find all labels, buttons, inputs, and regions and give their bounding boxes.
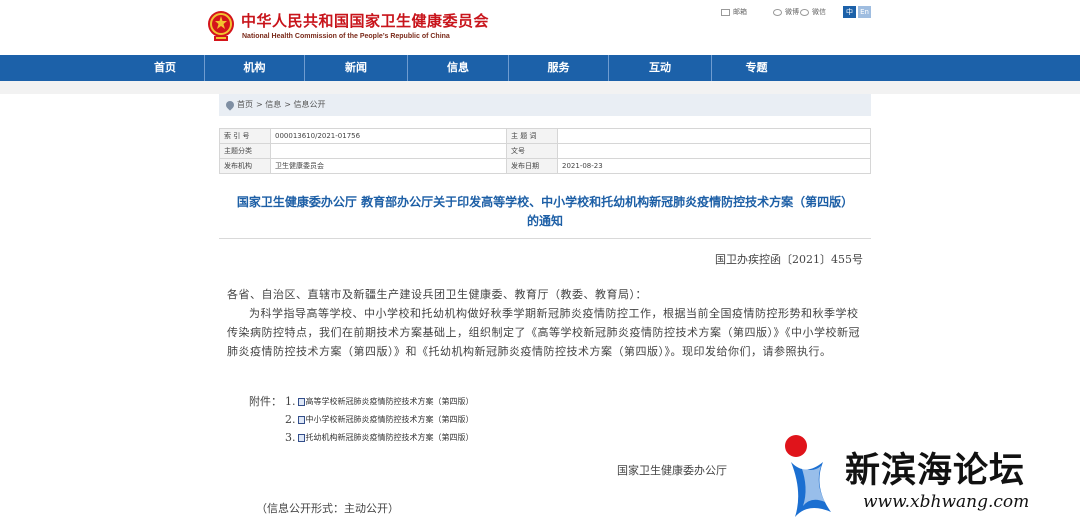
nav-organization[interactable]: 机构 (205, 55, 305, 81)
meta-key: 索 引 号 (219, 128, 271, 144)
breadcrumb-information[interactable]: > 信息 (256, 94, 281, 116)
document-signer: 国家卫生健康委办公厅 (617, 464, 727, 477)
attachments-label: 附件： (249, 395, 282, 408)
nav-news[interactable]: 新闻 (305, 55, 408, 81)
table-row: 发布机构 卫生健康委员会 发布日期 2021-08-23 (219, 158, 871, 174)
document-icon (297, 397, 305, 406)
breadcrumb: 首页 > 信息 > 信息公开 (219, 94, 871, 116)
title-divider (219, 238, 871, 239)
meta-value (270, 143, 507, 159)
main-nav: 首页 机构 新闻 信息 服务 互动 专题 (0, 55, 1080, 81)
site-header: 中华人民共和国国家卫生健康委员会 National Health Commiss… (0, 0, 1080, 55)
document-body: 各省、自治区、直辖市及新疆生产建设兵团卫生健康委、教育厅（教委、教育局）： 为科… (227, 285, 867, 361)
table-row: 主题分类 文号 (219, 143, 871, 159)
meta-key: 发布日期 (506, 158, 558, 174)
forum-name: 新滨海论坛 (845, 451, 1026, 491)
meta-value (557, 143, 871, 159)
forum-watermark: 新滨海论坛 www.xbhwang.com (783, 430, 1080, 532)
nav-services[interactable]: 服务 (509, 55, 609, 81)
nav-information[interactable]: 信息 (408, 55, 509, 81)
document-number: 国卫办疾控函〔2021〕455号 (715, 253, 863, 266)
breadcrumb-disclosure[interactable]: > 信息公开 (284, 94, 325, 116)
meta-value: 2021-08-23 (557, 158, 871, 174)
lang-english-button[interactable]: En (858, 6, 871, 18)
attachment-link-3[interactable]: 3. 托幼机构新冠肺炎疫情防控技术方案（第四版） (285, 431, 474, 444)
salutation: 各省、自治区、直辖市及新疆生产建设兵团卫生健康委、教育厅（教委、教育局）： (227, 288, 647, 301)
document-title: 国家卫生健康委办公厅 教育部办公厅关于印发高等学校、中小学校和托幼机构新冠肺炎疫… (236, 195, 854, 228)
share-weibo-link[interactable]: 微博 (773, 7, 799, 17)
document-icon (297, 415, 305, 424)
wechat-icon (800, 8, 809, 16)
share-wechat-link[interactable]: 微信 (800, 7, 826, 17)
site-subtitle: National Health Commission of the People… (242, 33, 450, 40)
site-title[interactable]: 中华人民共和国国家卫生健康委员会 (241, 10, 489, 31)
national-emblem-icon (208, 11, 234, 41)
meta-key: 文号 (506, 143, 558, 159)
nav-interaction[interactable]: 互动 (609, 55, 712, 81)
meta-value (557, 128, 871, 144)
weibo-icon (773, 8, 782, 16)
lang-chinese-button[interactable]: 中 (843, 6, 856, 18)
nav-underbar (0, 81, 1080, 94)
forum-url: www.xbhwang.com (863, 492, 1030, 512)
meta-value: 卫生健康委员会 (270, 158, 507, 174)
location-pin-icon (224, 99, 236, 111)
attachment-link-2[interactable]: 2. 中小学校新冠肺炎疫情防控技术方案（第四版） (285, 413, 474, 426)
body-paragraph: 为科学指导高等学校、中小学校和托幼机构做好秋季学期新冠肺炎疫情防控工作，根据当前… (227, 307, 860, 358)
meta-key: 主 题 词 (506, 128, 558, 144)
breadcrumb-home[interactable]: 首页 (237, 94, 253, 116)
publish-form: （信息公开形式：主动公开） (256, 502, 399, 515)
document-icon (297, 433, 305, 442)
forum-logo-icon (785, 435, 831, 517)
mail-icon (721, 8, 730, 16)
attachment-link-1[interactable]: 1. 高等学校新冠肺炎疫情防控技术方案（第四版） (285, 395, 474, 408)
meta-value: 000013610/2021-01756 (270, 128, 507, 144)
meta-key: 主题分类 (219, 143, 271, 159)
share-mail-link[interactable]: 邮箱 (721, 7, 747, 17)
nav-home[interactable]: 首页 (0, 55, 205, 81)
document-meta-table: 索 引 号 000013610/2021-01756 主 题 词 主题分类 文号… (219, 128, 871, 174)
meta-key: 发布机构 (219, 158, 271, 174)
nav-topics[interactable]: 专题 (712, 55, 801, 81)
table-row: 索 引 号 000013610/2021-01756 主 题 词 (219, 128, 871, 144)
